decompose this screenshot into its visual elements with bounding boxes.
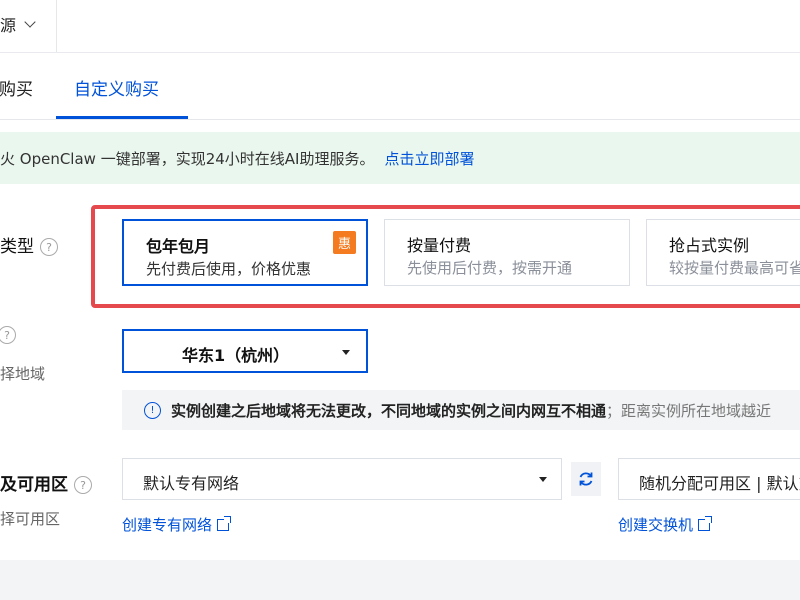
tab-quick-purchase[interactable]: 购买 bbox=[0, 75, 33, 100]
billing-option-desc: 较按量付费最高可省 bbox=[669, 259, 800, 277]
caret-down-icon bbox=[539, 477, 547, 482]
chevron-down-icon bbox=[24, 15, 36, 28]
create-vpc-link[interactable]: 创建专有网络 bbox=[122, 514, 232, 535]
notice-text: 火 OpenClaw 一键部署，实现24小时在线AI助理服务。 bbox=[0, 149, 375, 168]
source-dropdown-label: 源 bbox=[0, 16, 17, 35]
divider bbox=[56, 0, 57, 52]
promo-notice: 火 OpenClaw 一键部署，实现24小时在线AI助理服务。 点击立即部署 bbox=[0, 132, 800, 184]
info-icon: ! bbox=[144, 401, 161, 419]
create-vswitch-link[interactable]: 创建交换机 bbox=[618, 514, 713, 535]
network-zone-label: 及可用区? bbox=[0, 470, 92, 495]
external-link-icon bbox=[698, 515, 713, 531]
tab-active-indicator bbox=[56, 116, 188, 119]
vpc-select[interactable]: 默认专有网络 bbox=[122, 458, 562, 500]
billing-option-spot[interactable]: 抢占式实例 较按量付费最高可省 bbox=[646, 219, 800, 286]
billing-type-label-text: 类型 bbox=[0, 237, 34, 257]
source-dropdown[interactable]: 源 bbox=[0, 12, 36, 36]
deploy-now-link[interactable]: 点击立即部署 bbox=[384, 148, 474, 169]
top-bar: 源 bbox=[0, 0, 800, 53]
refresh-icon bbox=[579, 472, 593, 486]
billing-type-label: 类型? bbox=[0, 232, 58, 257]
external-link-icon bbox=[217, 515, 232, 531]
help-icon[interactable]: ? bbox=[74, 476, 92, 494]
billing-option-title: 按量付费 bbox=[407, 236, 472, 255]
region-select[interactable]: 华东1（杭州） bbox=[122, 329, 368, 373]
zone-sublabel: 择可用区 bbox=[0, 510, 61, 528]
billing-option-pay-as-you-go[interactable]: 按量付费 先使用后付费，按需开通 bbox=[384, 219, 630, 286]
billing-option-title: 包年包月 bbox=[146, 237, 211, 256]
billing-option-desc: 先使用后付费，按需开通 bbox=[407, 259, 573, 277]
refresh-button[interactable] bbox=[571, 462, 601, 496]
region-sublabel: 择地域 bbox=[0, 365, 46, 383]
vpc-select-value: 默认专有网络 bbox=[143, 474, 240, 493]
help-icon[interactable]: ? bbox=[40, 238, 58, 256]
region-select-value: 华东1（杭州） bbox=[182, 346, 290, 365]
vswitch-select-value: 随机分配可用区 | 默认交换机 bbox=[639, 474, 800, 493]
billing-option-subscription[interactable]: 包年包月 先付费后使用，价格优惠 惠 bbox=[122, 219, 368, 286]
caret-down-icon bbox=[342, 350, 350, 355]
discount-badge: 惠 bbox=[333, 231, 356, 254]
create-vpc-link-text: 创建专有网络 bbox=[122, 516, 213, 534]
network-zone-label-text: 及可用区 bbox=[0, 475, 68, 495]
region-info-bar: ! 实例创建之后地域将无法更改，不同地域的实例之间内网互不相通 ；距离实例所在地… bbox=[122, 390, 800, 430]
help-icon[interactable]: ? bbox=[0, 326, 16, 344]
vswitch-select[interactable]: 随机分配可用区 | 默认交换机 bbox=[618, 458, 800, 500]
region-info-text: 实例创建之后地域将无法更改，不同地域的实例之间内网互不相通 bbox=[171, 401, 607, 420]
billing-option-title: 抢占式实例 bbox=[669, 236, 750, 255]
purchase-tabs: 购买 自定义购买 bbox=[0, 53, 800, 120]
tab-custom-purchase[interactable]: 自定义购买 bbox=[74, 75, 159, 100]
bottom-section-bar bbox=[0, 560, 800, 600]
region-info-muted: ；距离实例所在地域越近 bbox=[606, 401, 772, 420]
billing-option-desc: 先付费后使用，价格优惠 bbox=[146, 260, 312, 278]
create-vswitch-link-text: 创建交换机 bbox=[618, 516, 694, 534]
